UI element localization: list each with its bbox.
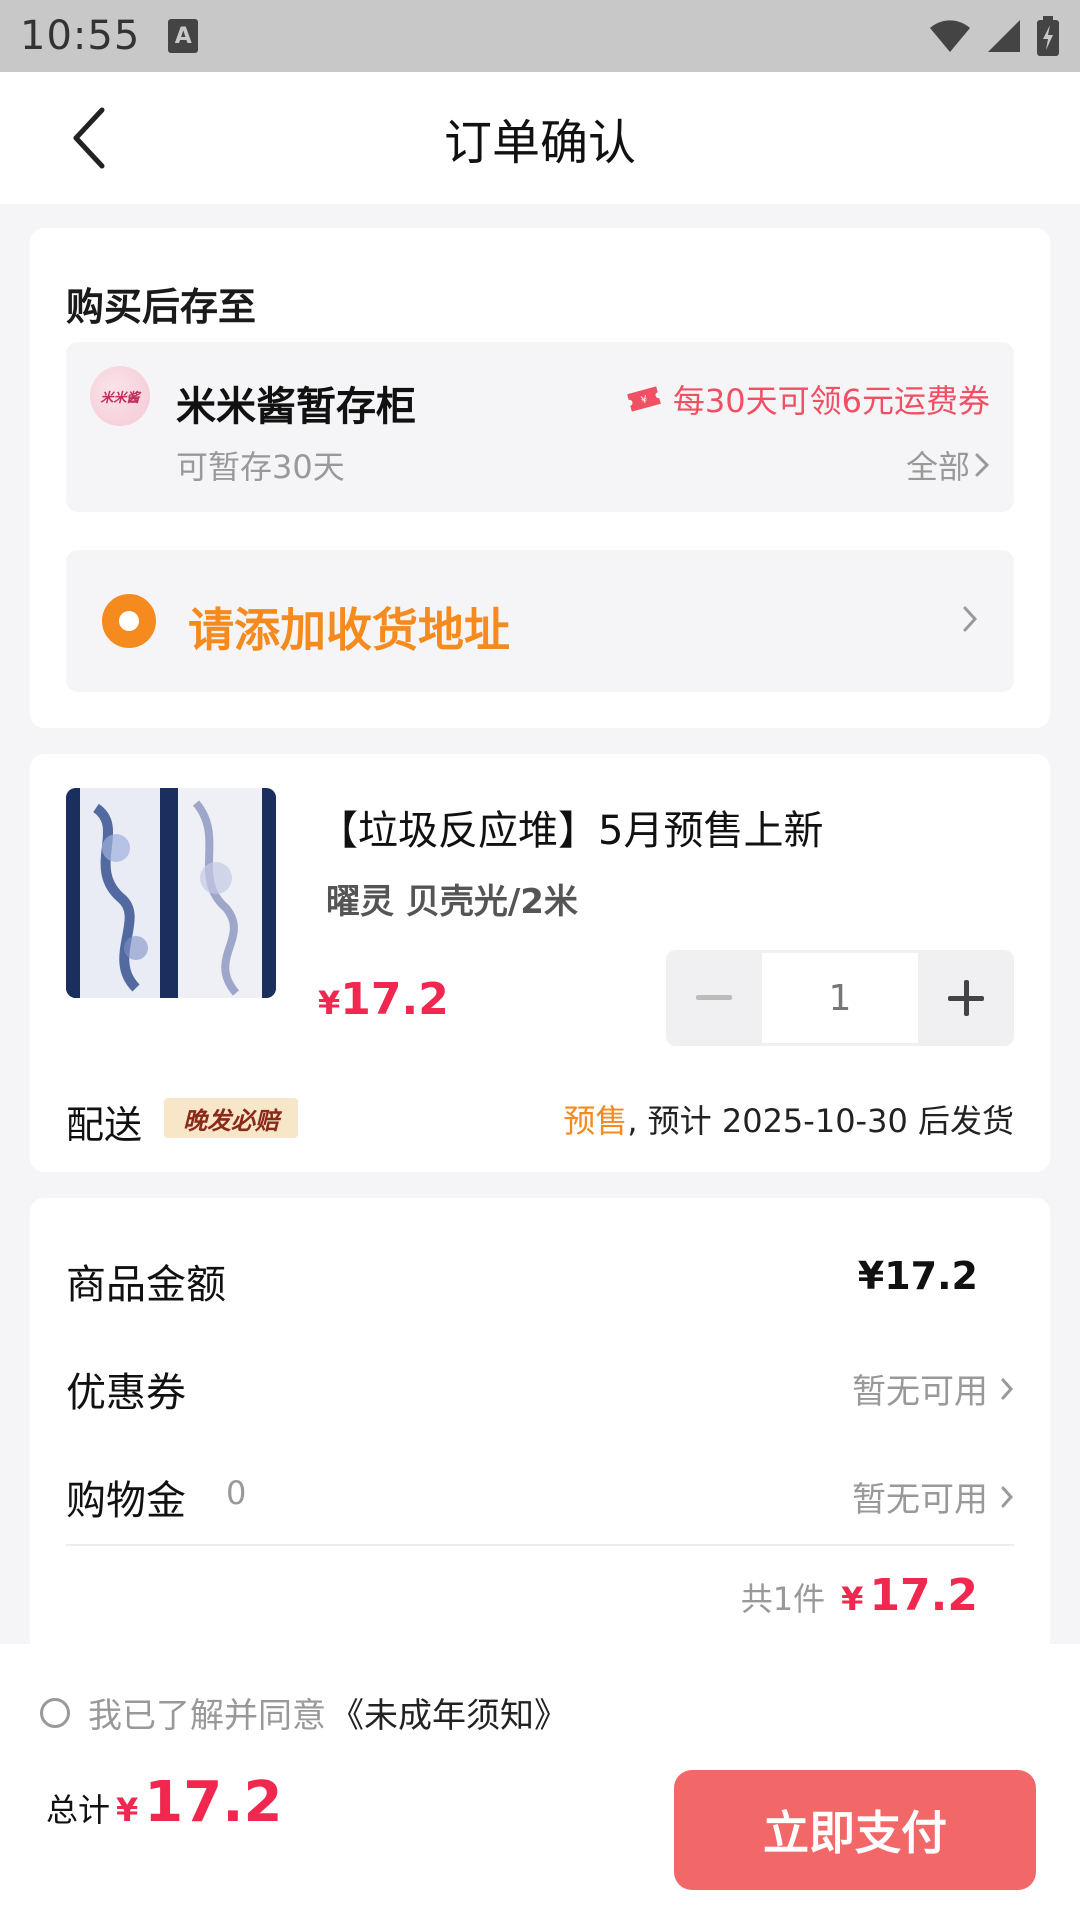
chevron-right-icon bbox=[1001, 1378, 1014, 1399]
chevron-right-icon bbox=[963, 606, 978, 632]
coupon-status-text: 暂无可用 bbox=[852, 1372, 988, 1412]
all-lockers-link[interactable]: 全部 bbox=[906, 442, 990, 488]
back-button[interactable] bbox=[58, 106, 122, 170]
subtotal-value: 17.2 bbox=[869, 1570, 978, 1621]
subtotal: 共1件 ¥ 17.2 bbox=[741, 1570, 978, 1621]
late-delivery-guarantee-badge: 晚发必赔 bbox=[164, 1098, 298, 1138]
chevron-right-icon bbox=[975, 453, 990, 477]
goods-amount-label: 商品金额 bbox=[66, 1262, 226, 1308]
status-time: 10:55 bbox=[20, 13, 141, 59]
product-image[interactable] bbox=[66, 788, 276, 998]
status-icons bbox=[928, 16, 1060, 56]
price-currency-symbol: ¥ bbox=[318, 984, 341, 1022]
delivery-label: 配送 bbox=[66, 1103, 143, 1147]
locker-name: 米米酱暂存柜 bbox=[176, 384, 416, 430]
ticket-icon: ¥ bbox=[627, 386, 661, 412]
agreement-text: 我已了解并同意 bbox=[88, 1696, 326, 1736]
coupon-row[interactable]: 优惠券 暂无可用 bbox=[66, 1360, 1014, 1420]
goods-amount-value: ¥17.2 bbox=[857, 1254, 978, 1298]
back-arrow-icon bbox=[73, 107, 105, 169]
shopping-credit-status-text: 暂无可用 bbox=[852, 1480, 988, 1520]
pay-now-button[interactable]: 立即支付 bbox=[674, 1770, 1036, 1890]
presale-tag: 预售 bbox=[563, 1102, 628, 1140]
battery-icon bbox=[1037, 16, 1059, 56]
locker-duration: 可暂存30天 bbox=[176, 448, 345, 486]
product-spec: 曜灵 贝壳光/2米 bbox=[326, 882, 578, 922]
location-pin-icon bbox=[102, 594, 156, 648]
minus-icon bbox=[696, 995, 732, 1000]
chevron-right-icon bbox=[1001, 1486, 1014, 1507]
shopping-credit-status: 暂无可用 bbox=[852, 1472, 1014, 1521]
header: 订单确认 bbox=[0, 72, 1080, 204]
plus-icon bbox=[948, 980, 984, 1016]
checkout-bar: 我已了解并同意 《未成年须知》 总计 ¥ 17.2 立即支付 bbox=[0, 1644, 1080, 1920]
locker-option[interactable]: 米米酱 米米酱暂存柜 可暂存30天 ¥ 每30天可领6元运费券 全部 bbox=[66, 342, 1014, 512]
shipping-date-text: , 预计 2025-10-30 后发货 bbox=[627, 1102, 1014, 1140]
storage-card: 购买后存至 米米酱 米米酱暂存柜 可暂存30天 ¥ 每30天可领6元运费券 全部 bbox=[30, 228, 1050, 728]
price-value: 17.2 bbox=[340, 974, 449, 1025]
increase-quantity-button[interactable] bbox=[918, 950, 1014, 1046]
signal-icon bbox=[988, 20, 1020, 52]
total-value: 17.2 bbox=[144, 1770, 283, 1835]
shipping-estimate: 预售, 预计 2025-10-30 后发货 bbox=[563, 1096, 1014, 1142]
locker-avatar: 米米酱 bbox=[90, 366, 150, 426]
agreement-radio[interactable] bbox=[40, 1697, 70, 1728]
shipping-coupon-promo[interactable]: ¥ 每30天可领6元运费券 bbox=[625, 376, 990, 422]
product-title: 【垃圾反应堆】5月预售上新 bbox=[318, 808, 824, 854]
total-currency-symbol: ¥ bbox=[116, 1791, 139, 1829]
page-title: 订单确认 bbox=[443, 115, 636, 171]
quantity-stepper: 1 bbox=[666, 950, 1014, 1046]
divider bbox=[66, 1544, 1014, 1546]
order-total: 总计 ¥ 17.2 bbox=[46, 1770, 282, 1835]
goods-amount-row: 商品金额 ¥17.2 bbox=[66, 1252, 1014, 1312]
coupon-promo-text: 每30天可领6元运费券 bbox=[672, 382, 990, 420]
minor-notice-agreement[interactable]: 我已了解并同意 《未成年须知》 bbox=[40, 1688, 568, 1737]
shopping-credit-label: 购物金 bbox=[66, 1478, 186, 1524]
washi-tape-artwork bbox=[66, 788, 276, 998]
wifi-icon bbox=[930, 20, 970, 52]
total-label: 总计 bbox=[46, 1791, 111, 1829]
product-card: 【垃圾反应堆】5月预售上新 曜灵 贝壳光/2米 ¥17.2 1 配送 晚发必赔 … bbox=[30, 754, 1050, 1172]
storage-section-title: 购买后存至 bbox=[66, 285, 257, 329]
amount-card: 商品金额 ¥17.2 优惠券 暂无可用 购物金 0 暂无可用 共1件 ¥ 17.… bbox=[30, 1198, 1050, 1658]
quantity-input[interactable]: 1 bbox=[762, 953, 918, 1043]
status-bar: 10:55 A bbox=[0, 0, 1080, 72]
add-address-label: 请添加收货地址 bbox=[188, 603, 510, 657]
coupon-status: 暂无可用 bbox=[852, 1364, 1014, 1413]
shopping-credit-balance: 0 bbox=[226, 1474, 247, 1512]
decrease-quantity-button[interactable] bbox=[666, 950, 762, 1046]
item-count: 共1件 bbox=[740, 1580, 826, 1618]
product-price: ¥17.2 bbox=[318, 974, 449, 1025]
shopping-credit-row[interactable]: 购物金 0 暂无可用 bbox=[66, 1468, 1014, 1528]
add-address-button[interactable]: 请添加收货地址 bbox=[66, 550, 1014, 692]
subtotal-currency-symbol: ¥ bbox=[841, 1580, 864, 1618]
minor-notice-link[interactable]: 《未成年须知》 bbox=[330, 1688, 568, 1737]
all-link-label: 全部 bbox=[905, 448, 970, 486]
coupon-label: 优惠券 bbox=[66, 1370, 186, 1416]
input-method-icon: A bbox=[168, 19, 199, 53]
